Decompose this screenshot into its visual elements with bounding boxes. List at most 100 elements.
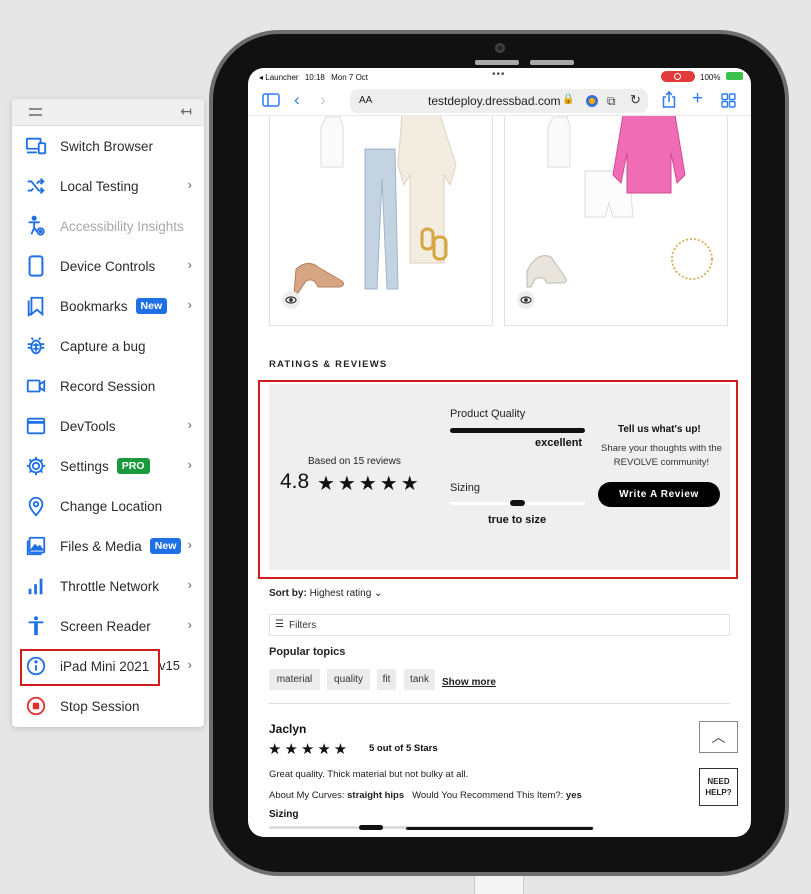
menu-label: Settings (60, 458, 109, 474)
phone-icon (12, 255, 60, 277)
reviewer-name: Jaclyn (269, 722, 307, 736)
review-attributes: About My Curves: straight hips Would You… (269, 790, 582, 801)
extension-puzzle-icon[interactable]: ⧉ (607, 94, 616, 109)
menu-screen-reader[interactable]: Screen Reader › (12, 606, 204, 646)
menu-bookmarks[interactable]: Bookmarks New › (12, 286, 204, 326)
divider (269, 703, 730, 704)
multitask-dots-icon[interactable]: ••• (492, 69, 506, 80)
status-left: ◂ Launcher 10:18 Mon 7 Oct (259, 73, 368, 82)
tabs-overview-icon[interactable] (721, 93, 736, 112)
menu-label: Files & Media (60, 538, 142, 554)
menu-accessibility-insights[interactable]: Accessibility Insights (12, 206, 204, 246)
menu-label: Record Session (60, 378, 156, 394)
ratings-summary: Based on 15 reviews 4.8 ★★★★★ Product Qu… (269, 384, 730, 570)
ipad-screen: ◂ Launcher 10:18 Mon 7 Oct ••• 100% ‹ › … (248, 68, 751, 837)
menu-files-media[interactable]: Files & Media New › (12, 526, 204, 566)
product-quality-bar (450, 428, 585, 433)
video-camera-icon (12, 375, 60, 397)
new-tab-icon[interactable]: + (692, 88, 703, 110)
topic-chip[interactable]: material (269, 669, 320, 690)
topic-chip[interactable]: fit (377, 669, 396, 690)
menu-change-location[interactable]: Change Location (12, 486, 204, 526)
sort-value: Highest rating (309, 588, 372, 599)
curves-label: About My Curves: (269, 790, 345, 801)
chevron-right-icon: › (187, 537, 192, 552)
signal-bars-icon (12, 575, 60, 597)
new-badge: New (149, 538, 182, 554)
review-text: Great quality. Thick material but not bu… (269, 769, 469, 780)
menu-label: Stop Session (60, 698, 140, 714)
launcher-link[interactable]: ◂ Launcher (259, 73, 299, 82)
chevron-right-icon: › (187, 657, 192, 672)
filters-label: Filters (289, 620, 317, 631)
reload-icon[interactable]: ↻ (630, 92, 641, 108)
show-more-link[interactable]: Show more (442, 677, 496, 688)
sort-dropdown[interactable]: Sort by: Highest rating ⌄ (269, 588, 382, 599)
review-stars: ★★★★★ (268, 741, 351, 758)
menu-device-info[interactable]: iPad Mini 2021 v15 › (12, 646, 204, 686)
share-text: Share your thoughts with the REVOLVE com… (601, 443, 722, 468)
forward-icon[interactable]: › (320, 90, 326, 110)
tool-panel: ↤ Switch Browser Local Testing › Accessi… (12, 99, 204, 727)
eye-icon[interactable] (282, 291, 300, 309)
menu-label: Switch Browser (60, 138, 154, 154)
menu-stop-session[interactable]: Stop Session (12, 686, 204, 726)
menu-label: Local Testing (60, 178, 139, 194)
tell-us-heading: Tell us what's up! (618, 424, 701, 435)
menu-label: Change Location (60, 498, 163, 514)
menu-label: iPad Mini 2021 (60, 658, 150, 674)
tool-menu: Switch Browser Local Testing › Accessibi… (12, 126, 204, 726)
menu-label: Bookmarks (60, 298, 128, 314)
popular-topics-heading: Popular topics (269, 646, 346, 658)
url-text[interactable]: testdeploy.dressbad.com (428, 94, 561, 108)
chevron-right-icon: › (187, 297, 192, 312)
share-icon[interactable] (662, 90, 676, 112)
drag-handle-icon[interactable] (29, 108, 42, 116)
menu-label: Capture a bug (60, 338, 146, 354)
sidebar-icon[interactable] (262, 93, 280, 111)
sizing-label: Sizing (450, 482, 480, 494)
filters-button[interactable]: ☰ Filters (269, 614, 730, 636)
scroll-to-top-button[interactable]: ︿ (699, 721, 738, 753)
curves-value: straight hips (347, 790, 405, 801)
back-icon[interactable]: ‹ (294, 90, 300, 110)
menu-switch-browser[interactable]: Switch Browser (12, 126, 204, 166)
menu-devtools[interactable]: DevTools › (12, 406, 204, 446)
eye-icon[interactable] (517, 291, 535, 309)
collapse-panel-icon[interactable]: ↤ (180, 103, 192, 120)
window-icon (12, 415, 60, 437)
menu-capture-bug[interactable]: Capture a bug (12, 326, 204, 366)
chevron-right-icon: › (187, 177, 192, 192)
extension-icon[interactable] (586, 95, 598, 107)
menu-label: DevTools (60, 418, 116, 434)
accessibility-icon (12, 215, 60, 237)
sizing-indicator (510, 500, 525, 506)
review-count: Based on 15 reviews (308, 456, 401, 467)
write-review-button[interactable]: Write A Review (598, 482, 720, 507)
web-content: RATINGS & REVIEWS Based on 15 reviews 4.… (248, 116, 751, 837)
topic-chip[interactable]: quality (327, 669, 370, 690)
outfit-card[interactable] (504, 116, 728, 326)
menu-record-session[interactable]: Record Session (12, 366, 204, 406)
horizontal-scrollbar[interactable] (406, 827, 593, 830)
sizing-value: true to size (488, 514, 547, 526)
address-bar[interactable]: AA testdeploy.dressbad.com 🔒 ⧉ ↻ (350, 89, 648, 113)
menu-settings[interactable]: Settings PRO › (12, 446, 204, 486)
review-sizing-indicator (359, 825, 383, 830)
topic-chip[interactable]: tank (404, 669, 435, 690)
menu-local-testing[interactable]: Local Testing › (12, 166, 204, 206)
new-badge: New (135, 298, 168, 314)
cable (474, 876, 524, 894)
lock-icon: 🔒 (562, 94, 575, 105)
menu-label: Throttle Network (60, 578, 160, 594)
need-help-button[interactable]: NEED HELP? (699, 768, 738, 806)
person-icon (12, 615, 60, 637)
menu-device-controls[interactable]: Device Controls › (12, 246, 204, 286)
chevron-right-icon: › (187, 577, 192, 592)
menu-throttle-network[interactable]: Throttle Network › (12, 566, 204, 606)
outfit-card[interactable] (269, 116, 493, 326)
battery-percent: 100% (700, 73, 721, 82)
chevron-right-icon: › (187, 257, 192, 272)
reader-text-size[interactable]: AA (359, 95, 372, 106)
recommend-value: yes (565, 790, 582, 801)
